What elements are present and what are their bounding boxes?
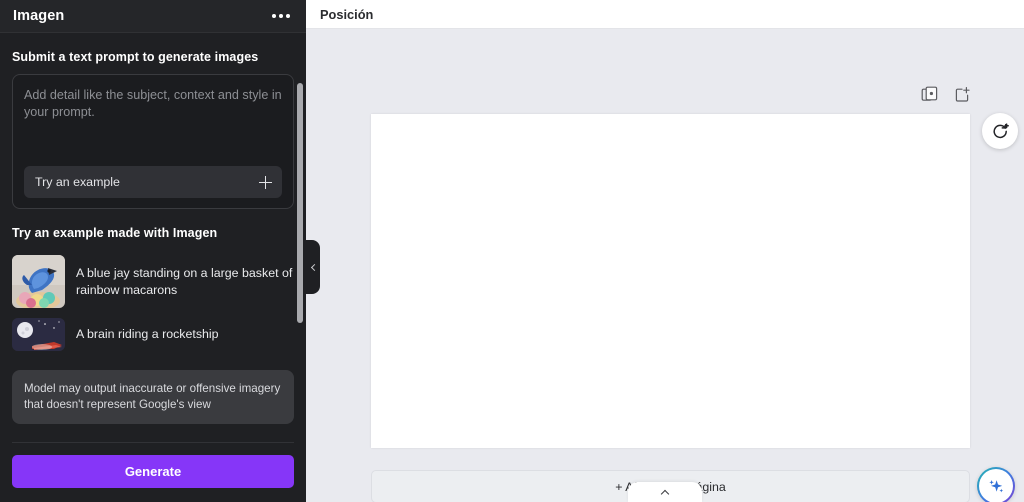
editor-main: Posición + página (306, 0, 1024, 502)
document-page[interactable] (371, 114, 970, 448)
imagen-sidebar: Imagen Submit a text prompt to generate … (0, 0, 306, 502)
canvas-area[interactable]: + Añadir una página (306, 29, 1024, 502)
sparkle-icon (988, 479, 1003, 492)
more-horizontal-icon[interactable] (270, 8, 292, 24)
list-item[interactable]: A brain riding a rocketship (12, 313, 294, 356)
rotate-plus-icon (992, 122, 1009, 138)
page-tools (921, 86, 971, 103)
sidebar-footer: Generate (0, 443, 306, 502)
prompt-input[interactable]: Add detail like the subject, context and… (12, 74, 294, 209)
sidebar-scrollbar-thumb[interactable] (297, 83, 303, 323)
prompt-section-title: Submit a text prompt to generate images (12, 50, 259, 64)
try-an-example-chip[interactable]: Try an example (24, 166, 282, 198)
expand-bottom-panel-tab[interactable] (628, 482, 702, 502)
examples-section-title: Try an example made with Imagen (12, 226, 218, 240)
chevron-left-icon (310, 263, 318, 271)
brain-rocketship-thumb (12, 318, 65, 351)
sidebar-scroll-area: Submit a text prompt to generate images … (0, 33, 306, 443)
magic-assistant-button[interactable] (977, 467, 1015, 502)
sidebar-divider (12, 442, 294, 443)
editor-topbar: Posición (306, 0, 1024, 29)
generate-button[interactable]: Generate (12, 455, 294, 488)
app-root: Imagen Submit a text prompt to generate … (0, 0, 1024, 502)
sidebar-header: Imagen (0, 0, 306, 33)
prompt-placeholder: Add detail like the subject, context and… (24, 88, 282, 119)
position-tab[interactable]: Posición (320, 7, 373, 22)
rotate-plus-button[interactable] (982, 113, 1018, 149)
add-page-icon[interactable] (954, 86, 971, 103)
plus-icon (259, 175, 272, 189)
panel-title: Imagen (13, 8, 65, 24)
chevron-up-icon (660, 489, 670, 498)
list-item[interactable]: A blue jay standing on a large basket of… (12, 250, 294, 313)
collapse-panel-handle[interactable] (306, 240, 320, 294)
duplicate-page-icon[interactable] (921, 86, 938, 103)
try-an-example-label: Try an example (35, 175, 120, 189)
blue-jay-macarons-thumb (12, 255, 65, 308)
list-item-label: A brain riding a rocketship (76, 327, 219, 341)
list-item-label: A blue jay standing on a large basket of… (76, 265, 293, 297)
model-disclaimer: Model may output inaccurate or offensive… (12, 370, 294, 424)
